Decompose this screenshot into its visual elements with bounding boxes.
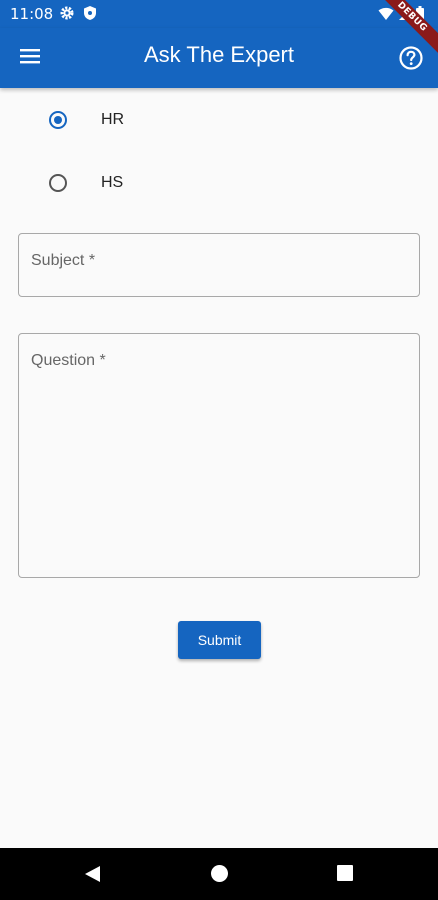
wifi-icon (378, 7, 394, 20)
question-field[interactable]: Question * (18, 333, 420, 578)
home-icon[interactable] (211, 865, 228, 882)
nav-bar (0, 848, 438, 900)
help-button[interactable] (398, 45, 424, 71)
subject-placeholder: Subject * (31, 252, 96, 269)
app-title: Ask The Expert (144, 42, 294, 67)
status-left-icons (59, 5, 97, 21)
radio-option-hr[interactable]: HR (46, 111, 124, 129)
status-bar: 11:08 (0, 0, 438, 28)
radio-button-hr[interactable] (49, 111, 67, 129)
back-icon[interactable] (84, 865, 101, 883)
submit-button[interactable]: Submit (178, 621, 261, 659)
shield-icon (84, 6, 96, 20)
app-bar: Ask The Expert (0, 28, 438, 88)
screen: 11:08 DEBUG Ask The Expert HR HS Subject… (0, 0, 438, 900)
status-time: 11:08 (10, 5, 54, 23)
radio-label-hs: HS (101, 174, 124, 191)
settings-icon (60, 6, 74, 20)
question-placeholder: Question * (31, 352, 106, 369)
help-icon (399, 46, 423, 70)
recent-apps-icon[interactable] (337, 865, 353, 881)
radio-button-hs[interactable] (49, 174, 67, 192)
radio-label-hr: HR (101, 111, 125, 128)
radio-option-hs[interactable]: HS (46, 174, 123, 192)
subject-field[interactable]: Subject * (18, 233, 420, 297)
